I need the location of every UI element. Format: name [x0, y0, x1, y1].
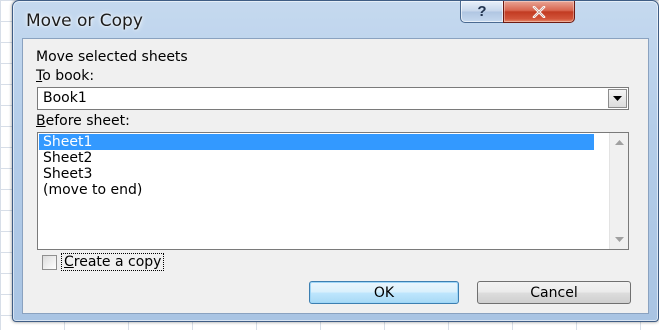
list-item-sheet1[interactable]: Sheet1 [39, 134, 594, 150]
move-or-copy-dialog: Move or Copy ? Move selected sheets To b… [12, 0, 659, 322]
create-copy-label-text: reate a copy [73, 254, 162, 270]
list-item-sheet3[interactable]: Sheet3 [39, 166, 594, 182]
ok-button[interactable]: OK [309, 281, 459, 304]
arrow-down-icon [614, 237, 624, 242]
to-book-dropdown[interactable]: Book1 [37, 87, 629, 110]
before-sheet-list[interactable]: Sheet1 Sheet2 Sheet3 (move to end) [37, 132, 629, 250]
dropdown-button[interactable] [608, 89, 627, 108]
cancel-button[interactable]: Cancel [477, 281, 631, 304]
list-item-move-to-end[interactable]: (move to end) [39, 182, 594, 198]
dialog-body: Move selected sheets To book: Book1 Befo… [22, 38, 649, 314]
before-sheet-label: Before sheet: [36, 113, 130, 129]
list-scrollbar[interactable] [609, 133, 628, 249]
move-selected-sheets-label: Move selected sheets [36, 49, 188, 65]
arrow-up-icon [614, 140, 624, 145]
create-copy-mnemonic: C [64, 254, 74, 270]
to-book-value: Book1 [43, 90, 87, 106]
to-book-label-text: o book: [42, 68, 95, 84]
before-sheet-mnemonic: B [36, 113, 46, 129]
create-copy-label[interactable]: Create a copy [61, 253, 165, 271]
list-item-sheet2[interactable]: Sheet2 [39, 150, 594, 166]
scroll-down-button[interactable] [610, 231, 628, 248]
dialog-title: Move or Copy [26, 11, 143, 31]
scroll-up-button[interactable] [610, 134, 628, 151]
to-book-label: To book: [36, 68, 94, 84]
close-x-icon [532, 5, 546, 18]
create-copy-checkbox[interactable] [42, 255, 57, 270]
help-icon: ? [477, 3, 487, 20]
before-sheet-label-text: efore sheet: [45, 113, 130, 129]
close-button[interactable] [503, 1, 575, 23]
help-button[interactable]: ? [460, 1, 504, 23]
chevron-down-icon [613, 96, 622, 101]
